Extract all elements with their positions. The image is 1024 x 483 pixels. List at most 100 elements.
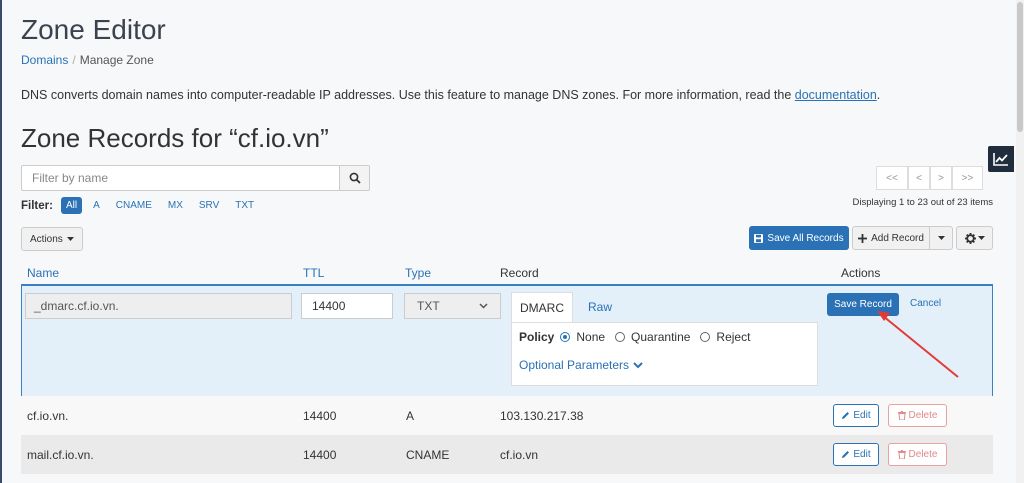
optional-parameters-toggle[interactable]: Optional Parameters (519, 358, 643, 372)
policy-none-label: None (576, 330, 606, 344)
type-filter: Filter: All A CNAME MX SRV TXT (21, 197, 265, 214)
documentation-link[interactable]: documentation (795, 88, 877, 102)
policy-reject-radio[interactable] (700, 332, 711, 342)
delete-button[interactable]: Delete (888, 404, 947, 427)
breadcrumb-link-domains[interactable]: Domains (21, 53, 68, 67)
row-record: 103.130.217.38 (500, 409, 584, 423)
dmarc-form: Policy None Quarantine Reject Optional P… (511, 322, 818, 386)
policy-none-radio[interactable] (560, 332, 571, 342)
floppy-icon (754, 233, 764, 243)
breadcrumb-separator: / (72, 53, 76, 67)
scrollbar-thumb[interactable] (1017, 2, 1023, 132)
chevron-down-icon (479, 303, 488, 309)
delete-label: Delete (908, 410, 938, 421)
page-first-button[interactable]: << (876, 166, 908, 190)
column-header-type[interactable]: Type (405, 266, 431, 280)
add-record-dropdown-toggle[interactable] (930, 227, 952, 249)
zone-records-table: Name TTL Type Record Actions _dmarc.cf.i… (21, 260, 993, 474)
page-description: DNS converts domain names into computer-… (21, 88, 880, 102)
save-all-label: Save All Records (767, 232, 844, 244)
tab-raw[interactable]: Raw (573, 292, 627, 322)
left-edge-bar (0, 0, 2, 483)
record-editor-tabs: DMARC Raw (511, 292, 818, 322)
record-name-field[interactable]: _dmarc.cf.io.vn. (25, 293, 292, 319)
delete-label: Delete (908, 449, 938, 460)
gear-icon (964, 232, 976, 244)
filter-srv[interactable]: SRV (194, 197, 224, 214)
policy-label: Policy (519, 330, 555, 344)
add-record-button[interactable]: Add Record (853, 227, 930, 249)
column-header-ttl[interactable]: TTL (303, 266, 324, 280)
pencil-icon (842, 412, 850, 419)
filter-mx[interactable]: MX (163, 197, 188, 214)
settings-dropdown-button[interactable] (956, 226, 993, 250)
column-header-record: Record (500, 266, 539, 280)
row-name: cf.io.vn. (27, 409, 69, 423)
policy-group: Policy None Quarantine Reject (519, 330, 760, 344)
trash-icon (897, 411, 906, 420)
row-type: A (406, 409, 415, 423)
caret-down-icon (937, 235, 945, 240)
search-button[interactable] (339, 165, 370, 191)
pencil-icon (842, 451, 850, 458)
row-type: CNAME (406, 448, 450, 462)
actions-label: Actions (30, 233, 63, 245)
breadcrumb-current: Manage Zone (79, 53, 154, 67)
filter-label: Filter: (21, 199, 53, 212)
cancel-link[interactable]: Cancel (910, 298, 941, 309)
caret-down-icon (66, 236, 74, 241)
display-info: Displaying 1 to 23 out of 23 items (852, 197, 993, 208)
column-header-name[interactable]: Name (27, 266, 59, 280)
filter-all[interactable]: All (60, 197, 83, 214)
table-row: mail.cf.io.vn. 14400 CNAME cf.io.vn Edit… (21, 435, 993, 474)
record-type-value: TXT (417, 299, 440, 313)
save-record-button[interactable]: Save Record (827, 293, 899, 316)
search-icon (349, 172, 361, 184)
filter-a[interactable]: A (88, 197, 105, 214)
save-all-records-button[interactable]: Save All Records (749, 226, 849, 250)
search-bar (21, 165, 370, 191)
add-record-label: Add Record (871, 232, 924, 244)
description-text: DNS converts domain names into computer-… (21, 88, 795, 102)
policy-quarantine-label: Quarantine (631, 330, 691, 344)
edit-button[interactable]: Edit (833, 443, 879, 466)
pagination: << < > >> (876, 166, 983, 190)
policy-reject-label: Reject (716, 330, 751, 344)
column-header-actions: Actions (841, 266, 881, 280)
row-ttl: 14400 (303, 409, 337, 423)
plus-icon (858, 233, 868, 243)
add-record-button-group: Add Record (852, 226, 953, 250)
page-title: Zone Editor (21, 14, 166, 45)
stats-sidebar-toggle[interactable] (988, 146, 1014, 172)
trash-icon (897, 450, 906, 459)
description-suffix: . (876, 88, 881, 102)
page-prev-button[interactable]: < (908, 166, 930, 190)
chart-icon (993, 153, 1008, 166)
edit-record-row: _dmarc.cf.io.vn. 14400 TXT DMARC Raw Pol… (21, 286, 993, 396)
record-ttl-field[interactable]: 14400 (301, 293, 393, 319)
row-ttl: 14400 (303, 448, 337, 462)
edit-label: Edit (853, 449, 871, 460)
actions-dropdown-button[interactable]: Actions (21, 227, 83, 251)
zone-records-title: Zone Records for “cf.io.vn” (21, 123, 329, 153)
edit-label: Edit (853, 410, 871, 421)
table-header: Name TTL Type Record Actions (21, 260, 993, 286)
row-record: cf.io.vn (500, 448, 539, 462)
caret-down-icon (977, 235, 985, 240)
filter-cname[interactable]: CNAME (111, 197, 157, 214)
page-scrollbar[interactable] (1016, 0, 1024, 483)
page-last-button[interactable]: >> (952, 166, 983, 190)
page-next-button[interactable]: > (930, 166, 952, 190)
record-type-select[interactable]: TXT (404, 293, 501, 319)
breadcrumb: Domains / Manage Zone (21, 53, 154, 67)
edit-button[interactable]: Edit (833, 404, 879, 427)
table-row: cf.io.vn. 14400 A 103.130.217.38 Edit De… (21, 396, 993, 435)
chevron-down-icon (633, 361, 643, 368)
search-input[interactable] (21, 165, 339, 191)
optional-parameters-label: Optional Parameters (519, 358, 630, 372)
row-name: mail.cf.io.vn. (27, 448, 94, 462)
policy-quarantine-radio[interactable] (615, 332, 626, 342)
filter-txt[interactable]: TXT (230, 197, 259, 214)
tab-dmarc[interactable]: DMARC (511, 292, 573, 322)
delete-button[interactable]: Delete (888, 443, 947, 466)
